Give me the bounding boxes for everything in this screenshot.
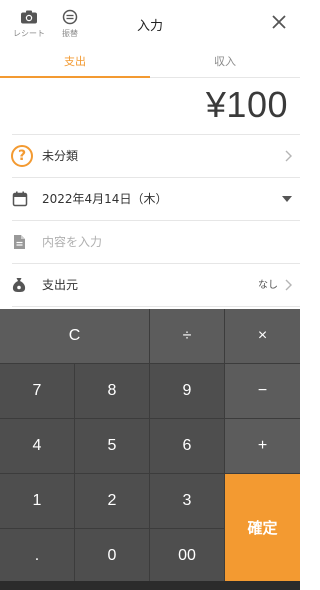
plus-key[interactable]: + (225, 419, 300, 473)
type-tabs: 支出 収入 (0, 48, 300, 78)
calendar-icon (12, 191, 28, 207)
bottom-edge (0, 581, 300, 590)
digit-key[interactable]: 7 (0, 364, 74, 418)
active-tab-indicator (0, 76, 150, 78)
digit-key[interactable]: 3 (150, 474, 224, 528)
chevron-right-icon (285, 150, 292, 162)
tab-expense[interactable]: 支出 (0, 48, 150, 78)
amount-display[interactable]: ¥100 (206, 84, 288, 126)
memo-input[interactable]: 内容を入力 (42, 221, 102, 264)
close-icon[interactable] (270, 13, 288, 31)
digit-key[interactable]: 6 (150, 419, 224, 473)
digit-key[interactable]: 2 (75, 474, 149, 528)
chevron-right-icon (285, 279, 292, 291)
memo-row[interactable]: 内容を入力 (12, 221, 300, 264)
double-zero-key[interactable]: 00 (150, 529, 224, 583)
clear-key[interactable]: C (0, 309, 149, 363)
digit-key[interactable]: 4 (0, 419, 74, 473)
dropdown-arrow-icon (282, 196, 292, 202)
source-row[interactable]: 支出元 なし (12, 264, 300, 307)
calculator-keypad: C ÷ × 7 8 9 − 4 5 6 + 1 2 3 . 0 00 確定 (0, 309, 300, 590)
decimal-key[interactable]: . (0, 529, 74, 583)
date-value: 2022年4月14日（木） (42, 192, 168, 206)
digit-key[interactable]: 5 (75, 419, 149, 473)
digit-key[interactable]: 1 (0, 474, 74, 528)
digit-key[interactable]: 0 (75, 529, 149, 583)
divide-key[interactable]: ÷ (150, 309, 224, 363)
digit-key[interactable]: 8 (75, 364, 149, 418)
confirm-button[interactable]: 確定 (225, 474, 300, 583)
question-circle-icon: ? (11, 145, 33, 167)
multiply-key[interactable]: × (225, 309, 300, 363)
category-value: 未分類 (42, 149, 79, 163)
document-icon (14, 235, 25, 249)
tab-income[interactable]: 収入 (150, 48, 300, 78)
source-value: なし (258, 280, 278, 291)
minus-key[interactable]: − (225, 364, 300, 418)
app-header: レシート 振替 入力 (0, 0, 300, 48)
money-bag-icon (12, 278, 26, 292)
page-title: 入力 (136, 19, 163, 34)
source-label: 支出元 (42, 278, 79, 292)
date-row[interactable]: 2022年4月14日（木） (12, 178, 300, 221)
digit-key[interactable]: 9 (150, 364, 224, 418)
category-row[interactable]: ? 未分類 (11, 135, 300, 178)
